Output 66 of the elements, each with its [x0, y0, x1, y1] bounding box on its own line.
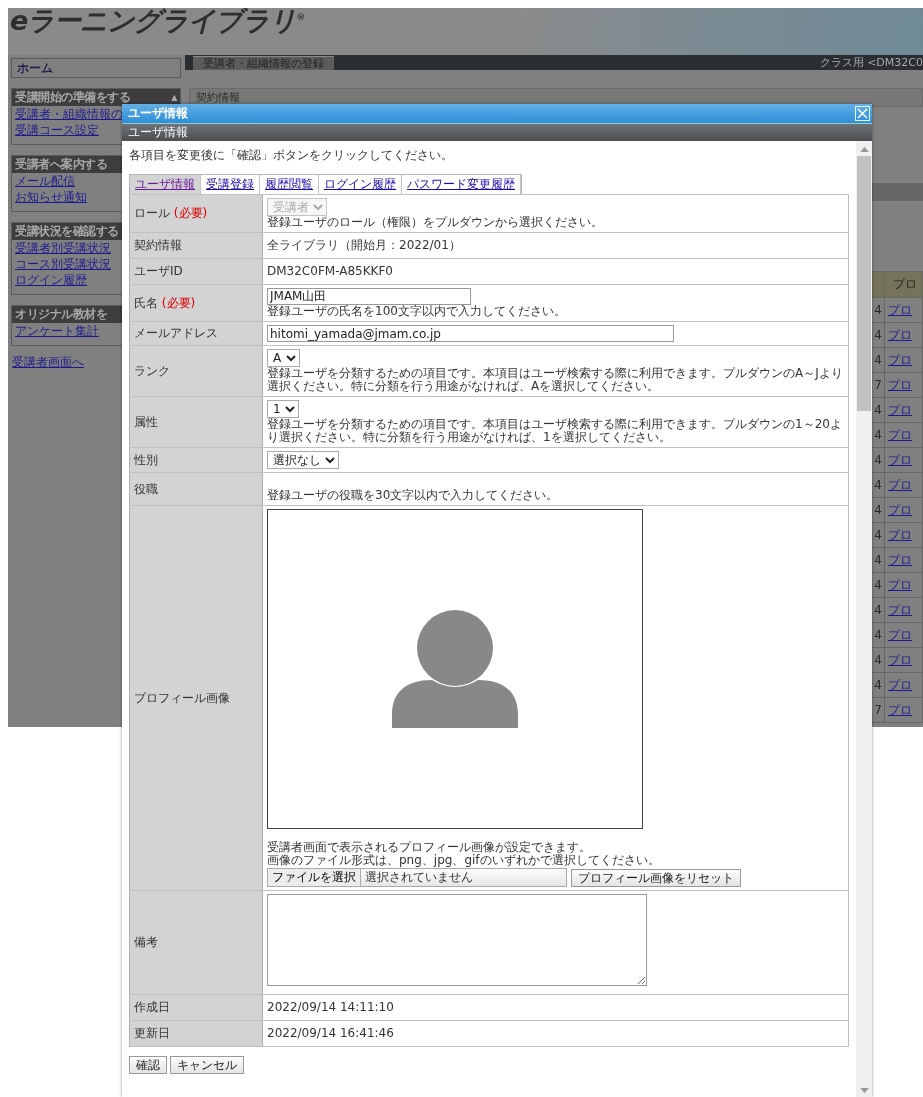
field-label: 備考	[134, 935, 158, 949]
field-value: DM32C0FM-A85KKF0	[267, 264, 393, 278]
text-field[interactable]: hitomi_yamada@jmam.co.jp	[267, 325, 674, 342]
scrollbar[interactable]	[856, 141, 872, 1097]
field-label: 契約情報	[134, 238, 182, 252]
field-value: 全ライブラリ（開始月：2022/01）	[267, 238, 461, 252]
field-label: 更新日	[134, 1026, 170, 1040]
dialog-button[interactable]: キャンセル	[170, 1056, 244, 1074]
sidebar-link[interactable]: 受講者・組織情報の	[12, 106, 123, 122]
notes-field[interactable]	[267, 894, 647, 986]
scroll-up-icon[interactable]	[859, 147, 869, 152]
choose-file-button[interactable]: ファイルを選択	[268, 869, 361, 886]
class-label: クラス用 <DM32C0	[819, 55, 923, 70]
required-mark: (必要)	[161, 295, 196, 310]
field-label: 作成日	[134, 1000, 170, 1014]
sidebar-link[interactable]: メール配信	[12, 173, 75, 189]
dropdown[interactable]: A	[267, 349, 300, 367]
text-field[interactable]: JMAM山田	[267, 288, 471, 305]
sidebar-link[interactable]: 受講者別受講状況	[12, 240, 111, 256]
field-label: 属性	[134, 414, 158, 429]
hint-text: 受講者画面で表示されるプロフィール画像が設定できます。	[267, 841, 592, 854]
field-label: ユーザID	[134, 264, 183, 278]
file-field[interactable]: ファイルを選択 選択されていません	[267, 868, 567, 887]
field-label: ランク	[134, 363, 170, 378]
hint-text: 登録ユーザの役職を30文字以内で入力してください。	[267, 489, 560, 502]
field-value: 2022/09/14 14:11:10	[267, 1000, 394, 1014]
section-title: オリジナル教材を	[15, 306, 107, 323]
dropdown[interactable]: 選択なし	[267, 451, 339, 469]
sidebar-link[interactable]: アンケート集計	[12, 323, 99, 339]
hint-text: 登録ユーザを分類するための項目です。本項目はユーザ検索する際に利用できます。プルダウンのA～Jより選択ください。特に分類を行う用途がなければ、Aを選択してください。	[267, 367, 844, 393]
field-label: プロフィール画像	[134, 690, 230, 705]
field-value: 2022/09/14 16:41:46	[267, 1026, 394, 1040]
section-title: 受講状況を確認する	[15, 223, 119, 240]
tab[interactable]: ユーザ情報	[130, 175, 201, 194]
hint-text: 画像のファイル形式は、png、jpg、gifのいずれかで選択してください。	[267, 854, 661, 867]
hint-text: 登録ユーザを分類するための項目です。本項目はユーザ検索する際に利用できます。プルダウンの1～20より選択ください。特に分類を行う用途がなければ、1を選択してください。	[267, 418, 843, 444]
scroll-thumb[interactable]	[857, 156, 871, 411]
scroll-down-icon[interactable]	[859, 1088, 869, 1093]
instruction-text: 各項目を変更後に「確認」ボタンをクリックしてください。	[129, 148, 454, 162]
home-link[interactable]: ホーム	[11, 58, 181, 78]
field-label: 氏名	[134, 295, 158, 310]
dropdown[interactable]: 1	[267, 400, 299, 418]
field-label: 役職	[134, 481, 158, 496]
section-title: 受講開始の準備をする	[15, 89, 130, 106]
hint-text: 登録ユーザの氏名を100文字以内で入力してください。	[267, 305, 567, 318]
learner-screen-link[interactable]: 受講者画面へ	[12, 354, 84, 370]
section-header: ユーザ情報	[122, 124, 872, 141]
column-header: プロ	[884, 271, 923, 298]
collapse-toggle[interactable]: ▲	[171, 89, 180, 106]
field-label: メールアドレス	[134, 326, 218, 340]
close-button[interactable]	[855, 106, 870, 121]
sidebar-link[interactable]: コース別受講状況	[12, 256, 111, 272]
dialog-button[interactable]: 確認	[129, 1056, 167, 1074]
hint-text: 登録ユーザのロール（権限）をプルダウンから選択ください。	[267, 216, 604, 229]
sidebar-link[interactable]: ログイン履歴	[12, 272, 87, 288]
sidebar-link[interactable]: お知らせ通知	[12, 189, 87, 205]
reset-image-button[interactable]: プロフィール画像をリセット	[571, 868, 741, 887]
avatar-silhouette-icon	[392, 610, 518, 728]
section-title: 受講者へ案内する	[15, 156, 107, 173]
sidebar-link[interactable]: 受講コース設定	[12, 122, 99, 138]
file-status-text: 選択されていません	[364, 869, 473, 886]
field-label: 性別	[134, 452, 158, 467]
required-mark: (必要)	[173, 206, 208, 220]
dialog-title: ユーザ情報	[128, 105, 188, 122]
field-label: ロール	[134, 206, 170, 220]
close-icon	[857, 108, 868, 119]
